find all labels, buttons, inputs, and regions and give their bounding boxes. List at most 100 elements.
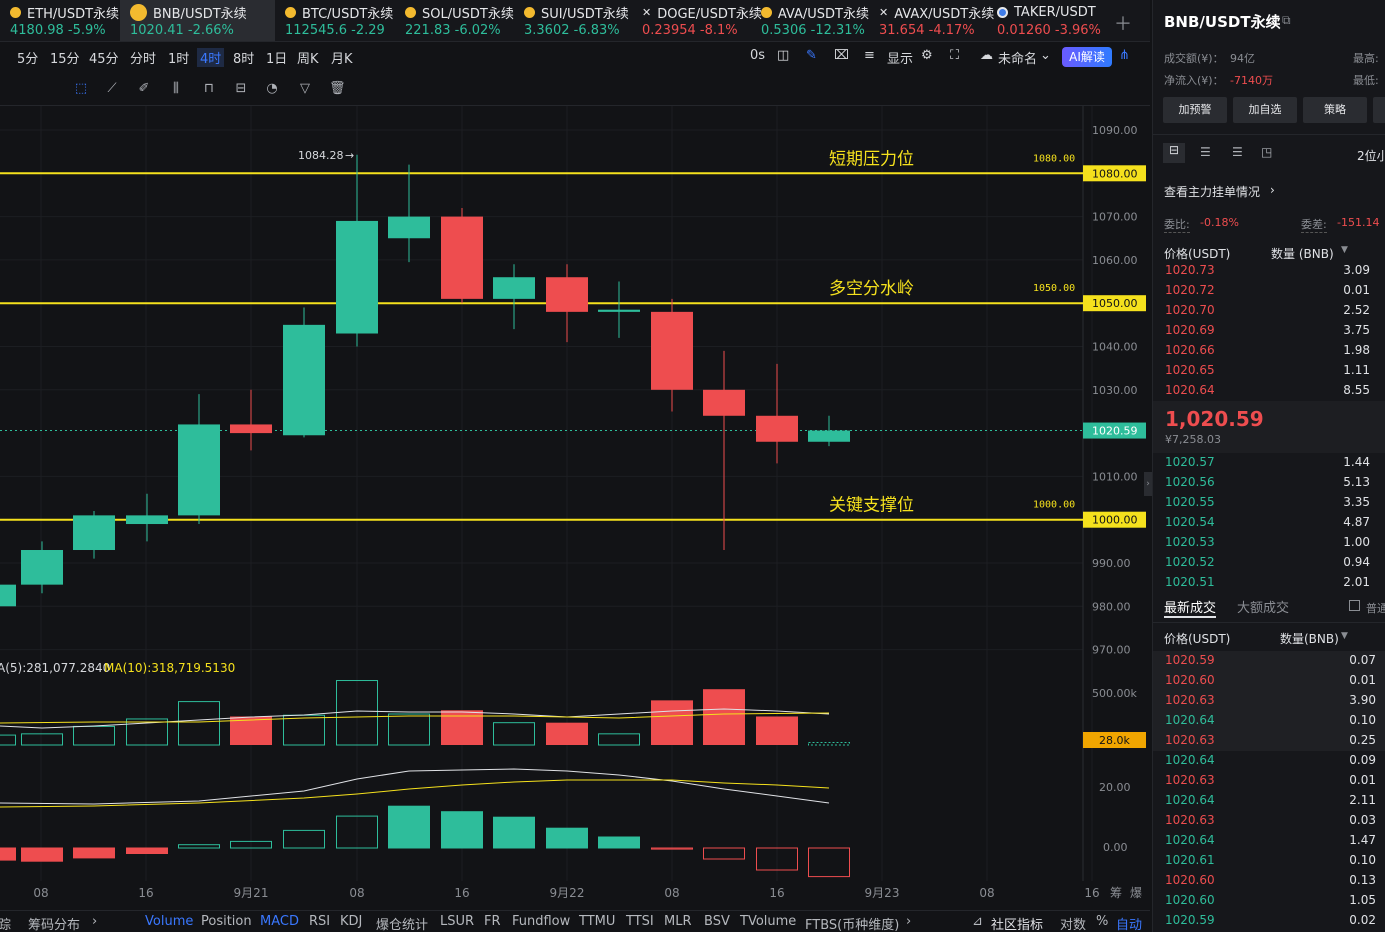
tab-ava[interactable]: AVA/USDT永续 0.5306 -12.31% xyxy=(751,0,869,41)
order-row[interactable]: 1020.72 0.01 xyxy=(1165,281,1380,301)
bottom-right-0[interactable]: 社区指标 xyxy=(991,914,1043,932)
timeframe-8[interactable]: 周K xyxy=(297,48,319,67)
candle[interactable] xyxy=(598,309,640,312)
candle[interactable] xyxy=(336,220,378,334)
indicator-macd[interactable]: MACD xyxy=(260,914,299,929)
order-row[interactable]: 1020.64 8.55 xyxy=(1165,381,1380,401)
orderbook-asks-icon[interactable]: ☰ xyxy=(1200,145,1211,159)
fullscreen-icon[interactable]: ⛶ xyxy=(950,48,959,63)
pencil-icon[interactable]: ✎ xyxy=(806,48,817,63)
copy-icon[interactable]: ⧉ xyxy=(1282,13,1291,28)
order-row[interactable]: 1020.53 1.00 xyxy=(1165,533,1380,553)
candle[interactable] xyxy=(21,550,63,585)
order-row[interactable]: 1020.73 3.09 xyxy=(1165,261,1380,281)
filter-icon[interactable]: ▽ xyxy=(297,81,313,97)
timeframe-0[interactable]: 5分 xyxy=(17,48,38,67)
candle-tool-icon[interactable]: ⫼ xyxy=(168,81,184,97)
candle[interactable] xyxy=(441,216,483,299)
candle[interactable] xyxy=(546,277,588,312)
bottom-right-3[interactable]: 自动 xyxy=(1116,914,1142,932)
checkbox[interactable] xyxy=(1349,600,1360,611)
tab-btc[interactable]: BTC/USDT永续 112545.6 -2.29 xyxy=(275,0,395,41)
indicator-rsi[interactable]: RSI xyxy=(309,914,330,929)
chevron-right-icon[interactable]: › xyxy=(1270,183,1275,197)
timeframe-3[interactable]: 分时 xyxy=(130,48,156,67)
timeframe-2[interactable]: 45分 xyxy=(89,48,119,67)
candle[interactable] xyxy=(756,415,798,442)
timeframe-7[interactable]: 1日 xyxy=(266,48,287,67)
candle[interactable] xyxy=(126,515,168,525)
tab-sol[interactable]: SOL/USDT永续 221.83 -6.02% xyxy=(395,0,514,41)
chevron-down-icon[interactable]: ⌄ xyxy=(1040,48,1051,63)
orderbook-depth-icon[interactable]: ◳ xyxy=(1261,145,1272,159)
tab-doge[interactable]: ✕ DOGE/USDT永续 0.23954 -8.1% xyxy=(632,0,762,41)
order-row[interactable]: 1020.64 1.47 xyxy=(1153,831,1385,851)
camera-icon[interactable]: ◫ xyxy=(777,48,789,63)
order-row[interactable]: 1020.63 0.25 xyxy=(1153,731,1385,751)
tab-bnb[interactable]: BNB/USDT永续 1020.41 -2.66% xyxy=(120,0,275,41)
order-row[interactable]: 1020.60 1.05 xyxy=(1153,891,1385,911)
candle[interactable] xyxy=(0,584,16,607)
indicator-tvolume[interactable]: TVolume xyxy=(740,914,796,929)
bottom-left-item[interactable]: 踪 xyxy=(0,914,11,932)
chip-toggle[interactable]: 筹 xyxy=(1110,886,1122,900)
order-row[interactable]: 1020.69 3.75 xyxy=(1165,321,1380,341)
order-row[interactable]: 1020.59 0.02 xyxy=(1153,911,1385,931)
indicator-volume[interactable]: Volume xyxy=(145,914,193,929)
candle[interactable] xyxy=(493,277,535,299)
magnet-icon[interactable]: ◔ xyxy=(264,81,280,97)
indicator-fr[interactable]: FR xyxy=(484,914,501,929)
order-row[interactable]: 1020.55 3.35 xyxy=(1165,493,1380,513)
caret-down-icon[interactable]: ▼ xyxy=(1341,245,1348,255)
order-row[interactable]: 1020.54 4.87 xyxy=(1165,513,1380,533)
order-row[interactable]: 1020.51 2.01 xyxy=(1165,573,1380,593)
tab-large-trades[interactable]: 大额成交 xyxy=(1237,597,1289,616)
order-row[interactable]: 1020.65 1.11 xyxy=(1165,361,1380,381)
orderbook-bids-icon[interactable]: ☰ xyxy=(1232,145,1243,159)
share-icon[interactable]: ⋔ xyxy=(1119,48,1130,63)
bottom-right-2[interactable]: % xyxy=(1096,914,1108,929)
precision-select[interactable]: 2位小 xyxy=(1357,147,1385,164)
candle[interactable] xyxy=(808,430,850,442)
indicator-mlr[interactable]: MLR xyxy=(664,914,692,929)
liq-toggle[interactable]: 爆 xyxy=(1130,886,1142,900)
order-row[interactable]: 1020.64 0.09 xyxy=(1153,751,1385,771)
order-row[interactable]: 1020.60 0.13 xyxy=(1153,871,1385,891)
tab-latest-trades[interactable]: 最新成交 xyxy=(1164,597,1217,618)
gear-icon[interactable]: ⚙ xyxy=(921,48,933,63)
indicator-fundflow[interactable]: Fundflow xyxy=(512,914,570,929)
tab-eth[interactable]: ETH/USDT永续 4180.98 -5.9% xyxy=(0,0,120,41)
order-row[interactable]: 1020.63 0.01 xyxy=(1153,771,1385,791)
candle[interactable] xyxy=(73,515,115,551)
settings-list-icon[interactable]: ≡ xyxy=(864,48,875,63)
timeframe-4[interactable]: 1时 xyxy=(168,48,189,67)
order-row[interactable]: 1020.61 0.10 xyxy=(1153,851,1385,871)
tab-sui[interactable]: SUI/USDT永续 3.3602 -6.83% xyxy=(514,0,632,41)
more-button[interactable] xyxy=(1373,97,1385,123)
order-row[interactable]: 1020.66 1.98 xyxy=(1165,341,1380,361)
strategy-button[interactable]: 策略 xyxy=(1303,97,1367,123)
indicator-[interactable]: 爆仓统计 xyxy=(376,914,428,932)
timeframe-1[interactable]: 15分 xyxy=(50,48,80,67)
collapse-handle[interactable]: › xyxy=(1144,472,1152,496)
order-row[interactable]: 1020.63 3.90 xyxy=(1153,691,1385,711)
drawing-icon[interactable]: ⌧ xyxy=(834,48,849,63)
main-orders-link[interactable]: 查看主力挂单情况 xyxy=(1164,183,1260,200)
price-chart[interactable]: 1090.00 1080.00 1070.00 1060.00 1050.00 1040.… xyxy=(0,106,1150,906)
bottom-right-1[interactable]: 对数 xyxy=(1060,914,1086,932)
order-row[interactable]: 1020.59 0.07 xyxy=(1153,651,1385,671)
timeframe-5[interactable]: 4时 xyxy=(197,48,225,67)
ai-interpret-button[interactable]: AI解读 xyxy=(1062,47,1112,67)
timeframe-6[interactable]: 8时 xyxy=(233,48,254,67)
tab-avax[interactable]: ✕ AVAX/USDT永续 31.654 -4.17% xyxy=(869,0,994,41)
lock-icon[interactable]: ⊓ xyxy=(201,81,217,97)
indicator-position[interactable]: Position xyxy=(201,914,252,929)
candle[interactable] xyxy=(283,324,325,436)
select-icon[interactable]: ⬚ xyxy=(73,81,89,97)
indicator-lsur[interactable]: LSUR xyxy=(440,914,474,929)
add-alert-button[interactable]: 加预警 xyxy=(1163,97,1227,123)
indicator-ttmu[interactable]: TTMU xyxy=(579,914,615,929)
order-row[interactable]: 1020.60 0.01 xyxy=(1153,671,1385,691)
chevron-right-icon[interactable]: › xyxy=(92,914,97,929)
order-row[interactable]: 1020.70 2.52 xyxy=(1165,301,1380,321)
